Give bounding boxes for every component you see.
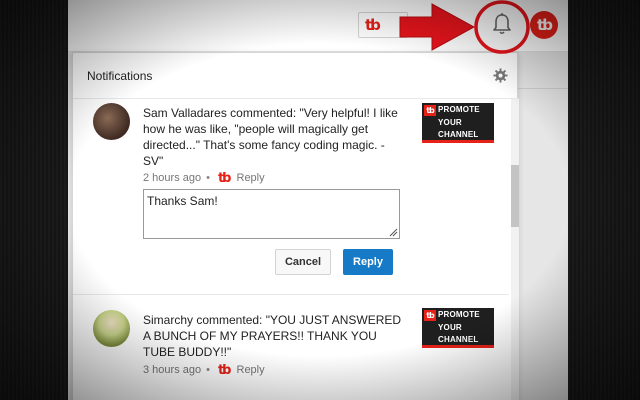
thumbnail-line: PROMOTE bbox=[438, 105, 480, 114]
notification-meta: 2 hours ago • tb Reply bbox=[143, 170, 265, 186]
bell-icon[interactable] bbox=[491, 12, 513, 36]
reply-link[interactable]: Reply bbox=[237, 172, 265, 184]
thumbnail-accent-bar bbox=[422, 140, 494, 143]
panel-title: Notifications bbox=[87, 69, 153, 83]
cancel-button[interactable]: Cancel bbox=[275, 249, 331, 275]
notification-meta: 3 hours ago • tb Reply bbox=[143, 362, 265, 378]
tubebuddy-logo-icon: tb bbox=[365, 16, 381, 34]
tubebuddy-logo-icon: tb bbox=[217, 362, 231, 378]
notifications-panel: Notifications Sam Valladares commented: … bbox=[72, 52, 519, 400]
notification-item[interactable]: Simarchy commented: "YOU JUST ANSWERED A… bbox=[73, 296, 509, 400]
thumbnail-text: PROMOTE YOUR CHANNEL bbox=[438, 309, 494, 347]
video-thumbnail[interactable]: tb PROMOTE YOUR CHANNEL bbox=[422, 103, 494, 143]
tubebuddy-badge-icon: tb bbox=[424, 310, 436, 321]
notifications-header: Notifications bbox=[73, 53, 519, 99]
reply-textarea[interactable]: Thanks Sam! bbox=[143, 189, 400, 239]
top-bar: tb tb bbox=[68, 0, 568, 52]
reply-button[interactable]: Reply bbox=[343, 249, 393, 275]
scrollbar[interactable] bbox=[511, 99, 519, 400]
notification-item[interactable]: Sam Valladares commented: "Very helpful!… bbox=[73, 99, 509, 295]
scrollbar-thumb[interactable] bbox=[511, 165, 519, 227]
tubebuddy-button[interactable]: tb bbox=[358, 12, 408, 38]
thumbnail-line: YOUR bbox=[438, 322, 462, 332]
tubebuddy-badge-icon: tb bbox=[424, 105, 436, 116]
thumbnail-line: PROMOTE bbox=[438, 310, 480, 319]
thumbnail-text: PROMOTE YOUR CHANNEL bbox=[438, 104, 494, 142]
account-avatar[interactable]: tb bbox=[530, 11, 558, 39]
timestamp: 3 hours ago bbox=[143, 364, 202, 376]
notification-text: Simarchy commented: "YOU JUST ANSWERED A… bbox=[143, 313, 402, 359]
video-thumbnail[interactable]: tb PROMOTE YOUR CHANNEL bbox=[422, 308, 494, 348]
user-avatar bbox=[93, 310, 130, 347]
notification-text: Sam Valladares commented: "Very helpful!… bbox=[143, 106, 398, 168]
reply-link[interactable]: Reply bbox=[237, 364, 265, 376]
thumbnail-line: YOUR bbox=[438, 117, 462, 127]
separator-dot: • bbox=[206, 364, 210, 376]
user-avatar bbox=[93, 103, 130, 140]
separator-dot: • bbox=[206, 172, 210, 184]
timestamp: 2 hours ago bbox=[143, 172, 202, 184]
youtube-page: tb tb Notifications Sam Valladares comme… bbox=[68, 0, 568, 400]
resize-handle-icon[interactable] bbox=[389, 228, 398, 237]
thumbnail-accent-bar bbox=[422, 345, 494, 348]
gear-icon[interactable] bbox=[493, 68, 508, 83]
tubebuddy-logo-icon: tb bbox=[217, 170, 231, 186]
